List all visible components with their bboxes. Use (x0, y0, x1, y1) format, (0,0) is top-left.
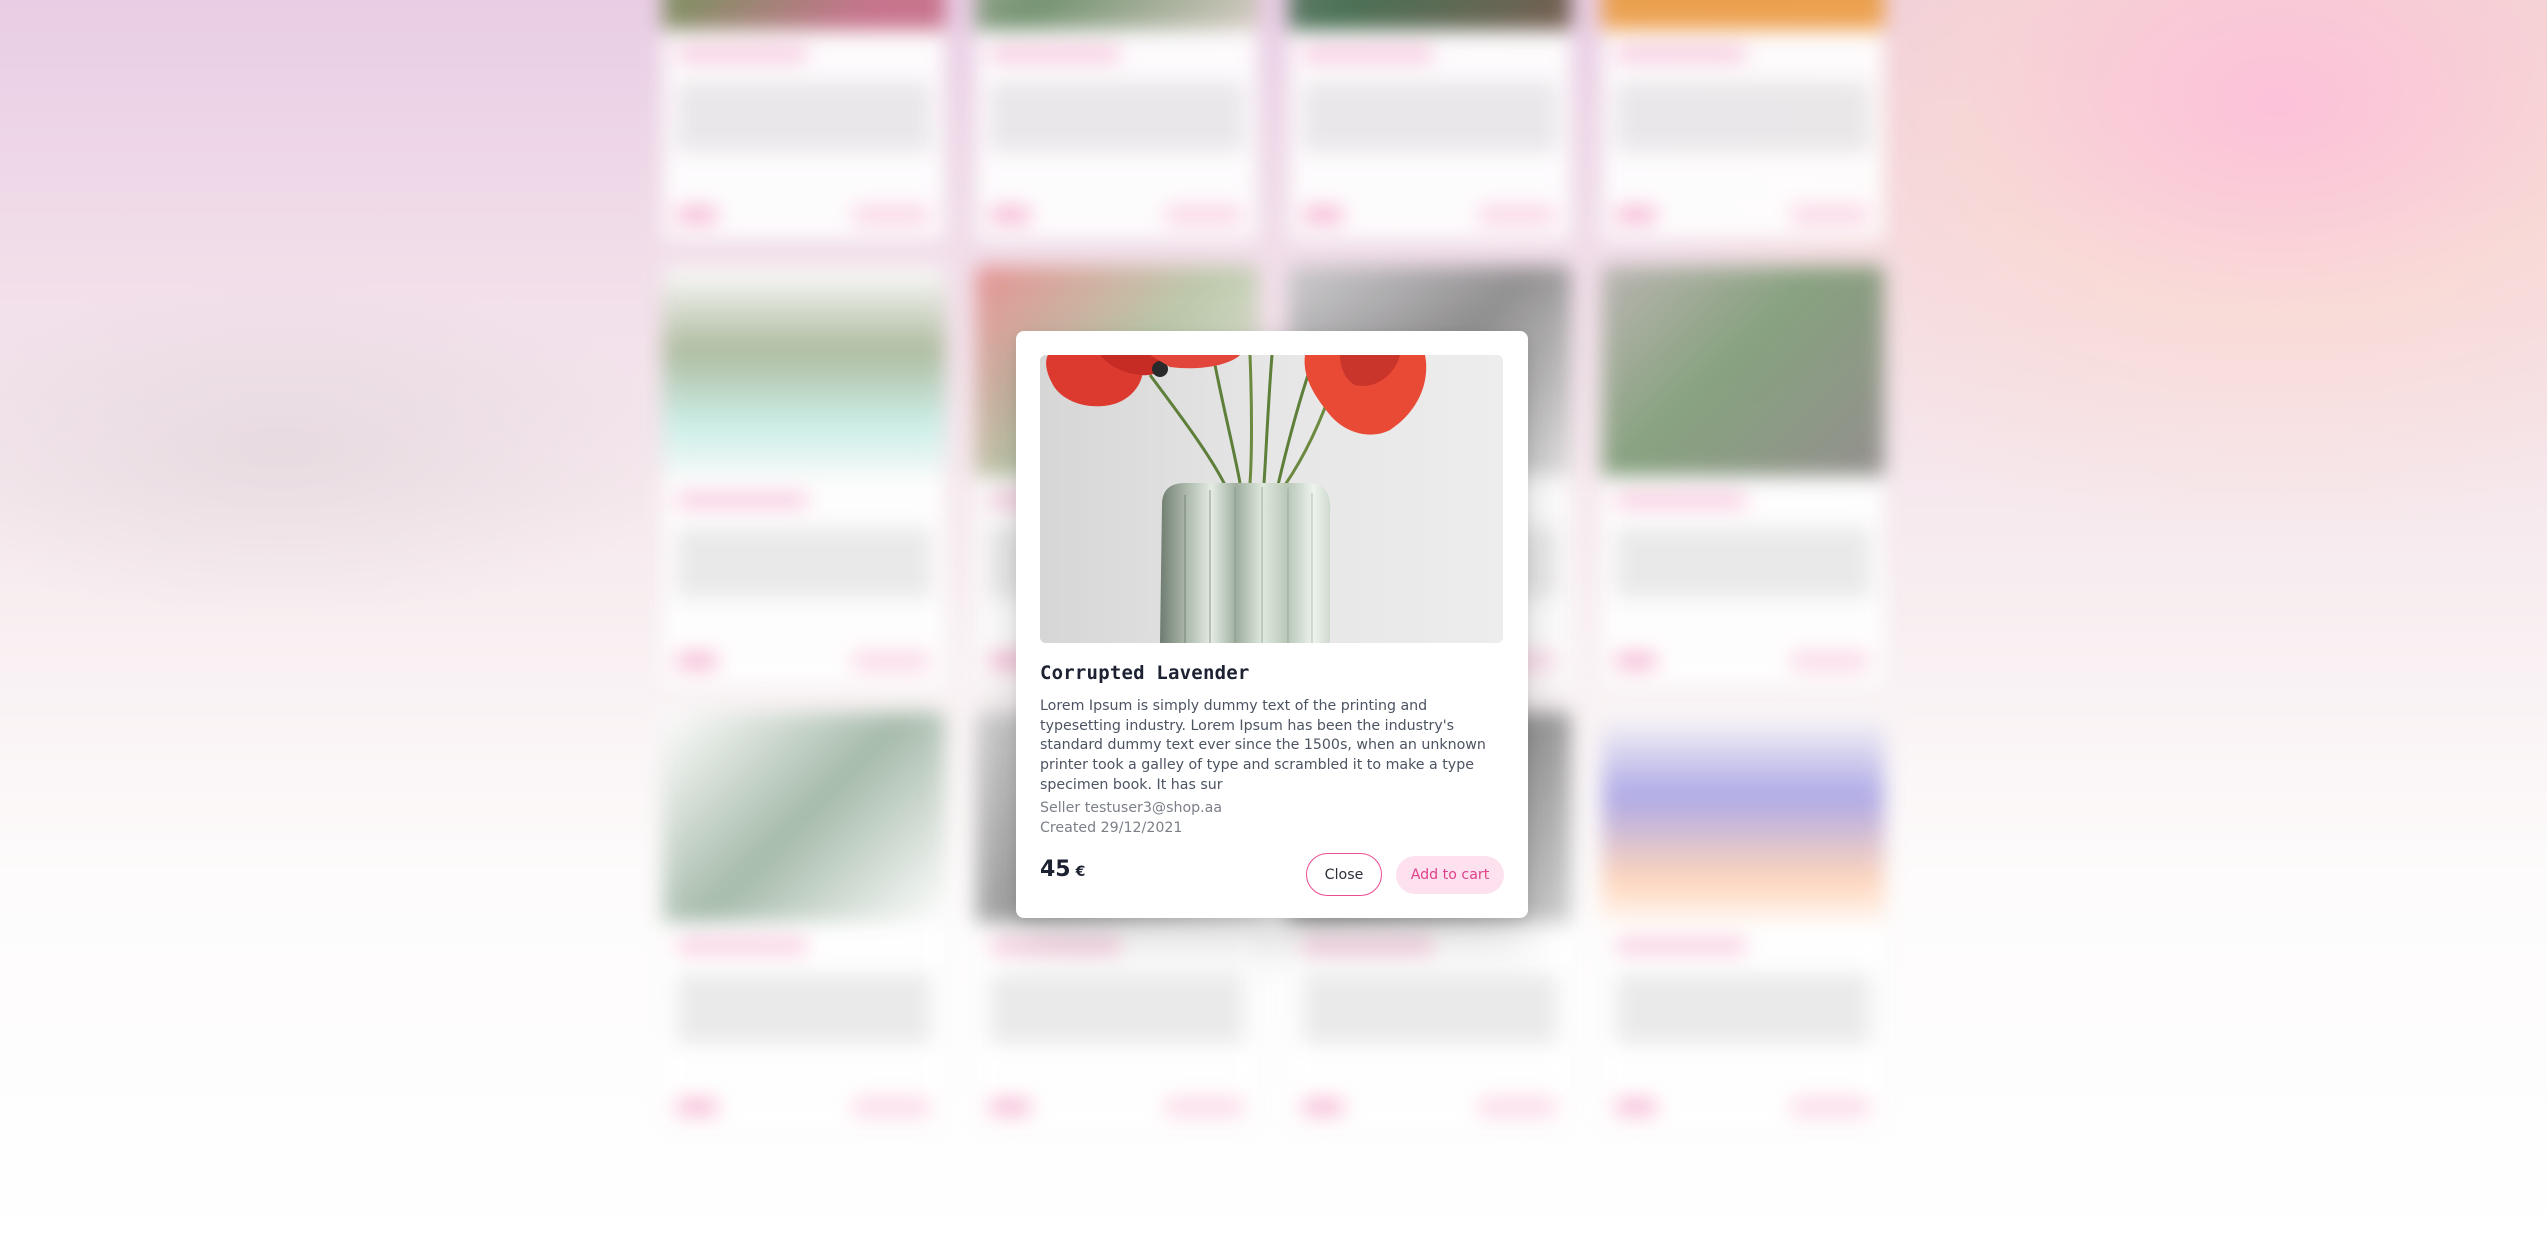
product-thumbnail (1289, 0, 1571, 30)
close-button[interactable]: Close (1306, 853, 1382, 896)
price-amount: 45 (1040, 857, 1071, 882)
product-card (1602, 266, 1884, 686)
product-thumbnail (663, 712, 945, 922)
product-card (1289, 0, 1571, 240)
product-price: 45 € (1040, 857, 1085, 882)
product-detail-modal: Corrupted Lavender Lorem Ipsum is simply… (1016, 331, 1528, 918)
product-thumbnail (1602, 266, 1884, 476)
product-thumbnail (663, 0, 945, 30)
product-thumbnail (976, 0, 1258, 30)
product-created-date: Created 29/12/2021 (1040, 820, 1183, 836)
product-thumbnail (1602, 0, 1884, 30)
product-seller: Seller testuser3@shop.aa (1040, 800, 1223, 816)
product-title: Corrupted Lavender (1040, 662, 1250, 684)
product-thumbnail (663, 266, 945, 476)
product-image (1040, 355, 1503, 643)
product-card (976, 0, 1258, 240)
product-thumbnail (1602, 712, 1884, 922)
product-card (1602, 712, 1884, 1132)
product-card (663, 0, 945, 240)
product-card (1602, 0, 1884, 240)
product-card (663, 266, 945, 686)
product-card (663, 712, 945, 1132)
product-description: Lorem Ipsum is simply dummy text of the … (1040, 698, 1486, 793)
add-to-cart-button[interactable]: Add to cart (1396, 856, 1504, 894)
background-shade (0, 280, 700, 620)
price-currency: € (1075, 864, 1086, 880)
